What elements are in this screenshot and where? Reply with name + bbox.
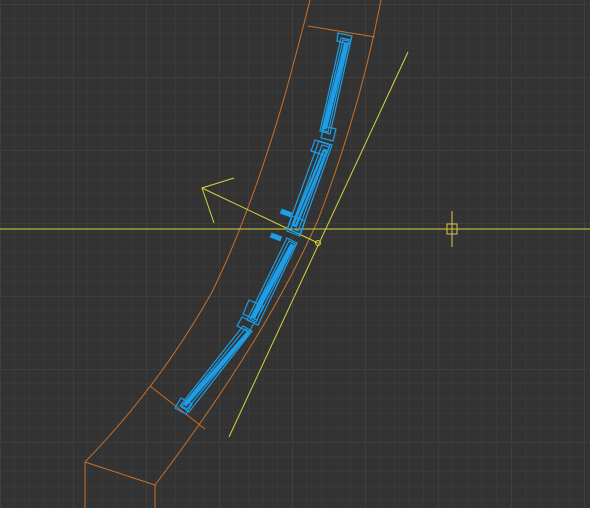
drawing-canvas[interactable] (0, 0, 590, 508)
cad-drawing-viewport[interactable] (0, 0, 590, 508)
major-grid (0, 0, 590, 508)
